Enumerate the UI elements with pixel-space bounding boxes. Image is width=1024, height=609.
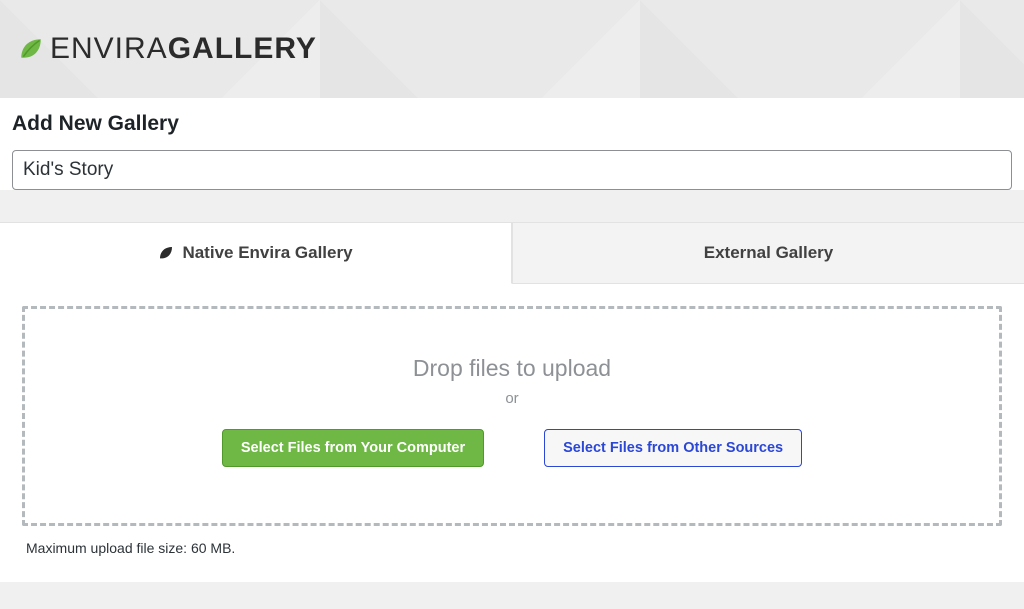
max-upload-note: Maximum upload file size: 60 MB. [22, 526, 1002, 572]
leaf-icon [18, 36, 44, 62]
page-body: Add New Gallery Native Envira Gallery Ex… [0, 98, 1024, 582]
brand-name-bold: GALLERY [168, 32, 317, 65]
dropzone-heading: Drop files to upload [45, 355, 979, 382]
gallery-title-input[interactable] [12, 150, 1012, 190]
leaf-icon [158, 245, 174, 261]
tab-native-label: Native Envira Gallery [182, 243, 352, 263]
tab-external-gallery[interactable]: External Gallery [512, 222, 1024, 284]
page-title: Add New Gallery [12, 112, 1012, 136]
brand-name-thin: ENVIRA [50, 32, 168, 65]
select-files-other-button[interactable]: Select Files from Other Sources [544, 429, 802, 467]
select-files-computer-button[interactable]: Select Files from Your Computer [222, 429, 484, 467]
tabs-card: Native Envira Gallery External Gallery D… [0, 222, 1024, 582]
tabs-row: Native Envira Gallery External Gallery [0, 222, 1024, 284]
brand-wordmark: ENVIRAGALLERY [50, 32, 317, 66]
tab-external-label: External Gallery [704, 243, 833, 263]
section-gap [0, 190, 1024, 222]
brand-banner: ENVIRAGALLERY [0, 0, 1024, 98]
dropzone-or-label: or [45, 390, 979, 407]
tab-content: Drop files to upload or Select Files fro… [0, 284, 1024, 582]
brand-logo: ENVIRAGALLERY [18, 32, 317, 66]
upload-button-row: Select Files from Your Computer Select F… [45, 429, 979, 467]
tab-native-gallery[interactable]: Native Envira Gallery [0, 222, 512, 284]
upload-dropzone[interactable]: Drop files to upload or Select Files fro… [22, 306, 1002, 526]
